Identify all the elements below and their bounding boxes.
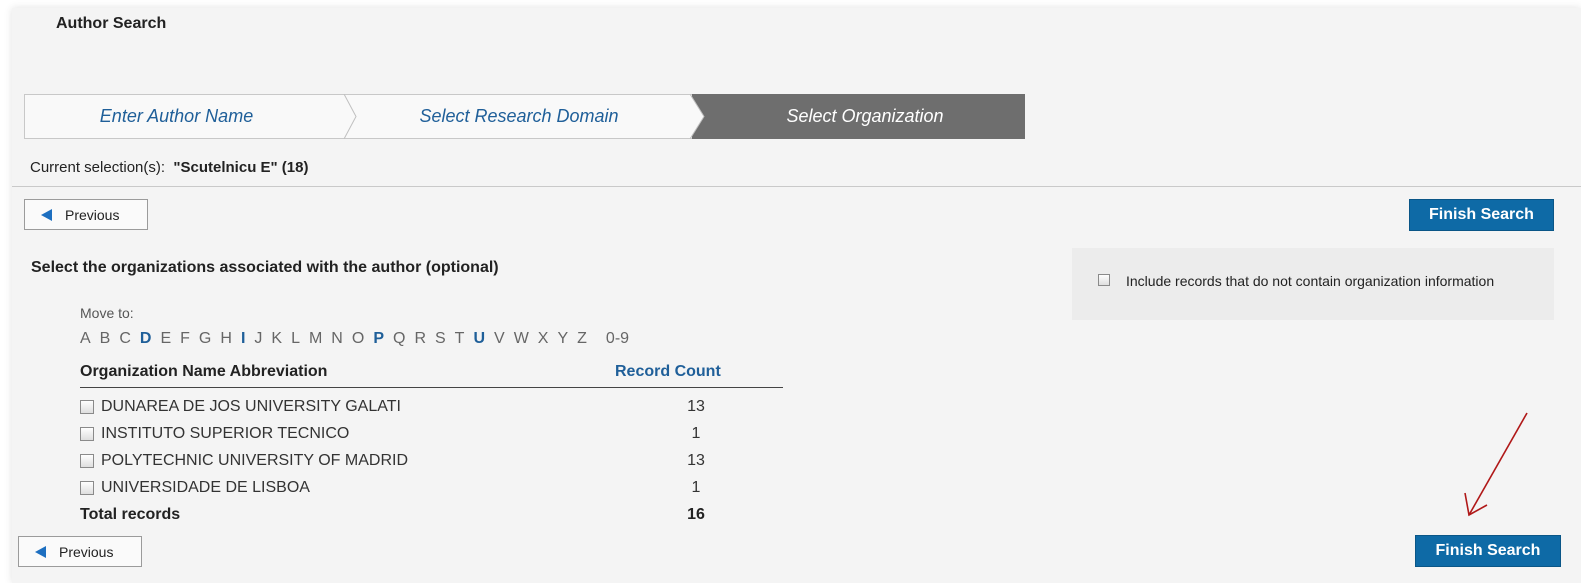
alphabet-letter: F [180,330,190,347]
table-row: POLYTECHNIC UNIVERSITY OF MADRID 13 [80,452,783,476]
include-no-org-label[interactable]: Include records that do not contain orga… [1126,273,1494,289]
alphabet-letter[interactable]: P [373,330,384,348]
organization-name: UNIVERSIDADE DE LISBOA [101,479,310,496]
table-row: DUNAREA DE JOS UNIVERSITY GALATI 13 [80,398,783,422]
alphabet-letter: E [160,330,172,347]
alphabet-letter: C [119,330,131,347]
organization-heading: Select the organizations associated with… [31,259,499,276]
alphabet-letter: W [513,330,529,347]
alphabet-letter: Y [557,330,569,347]
include-no-org-option: Include records that do not contain orga… [1072,248,1554,320]
record-count: 1 [691,479,701,496]
total-records-value: 16 [687,506,705,523]
current-selection-value: "Scutelnicu E" (18) [173,159,309,176]
alphabet-letter: T [454,330,465,347]
alphabet-index: A B C D E F G H I J K L M N O P Q R S T U V W X Y Z 0-9 [80,330,638,348]
table-row: UNIVERSIDADE DE LISBOA 1 [80,479,783,503]
finish-search-button-top[interactable]: Finish Search [1409,199,1554,231]
organization-name: POLYTECHNIC UNIVERSITY OF MADRID [101,452,408,469]
alphabet-letter: O [351,330,365,347]
row-checkbox[interactable] [80,400,94,414]
step-select-organization: Select Organization [786,106,944,126]
move-to-label: Move to: [80,305,134,321]
alphabet-letter[interactable]: D [140,330,152,348]
row-checkbox[interactable] [80,454,94,468]
alphabet-letter: M [308,330,323,347]
triangle-left-icon [35,545,46,558]
alphabet-letter: 0-9 [605,330,630,347]
organization-name: DUNAREA DE JOS UNIVERSITY GALATI [101,398,401,415]
record-count: 13 [687,452,705,469]
current-selection-label: Current selection(s): [30,159,166,176]
divider [12,186,1581,187]
total-records-label: Total records [80,506,181,523]
alphabet-letter: Q [392,330,406,347]
alphabet-letter: S [435,330,446,347]
table-header-rule [80,387,783,388]
alphabet-letter: X [537,330,549,347]
previous-button-top[interactable]: Previous [24,199,148,230]
row-checkbox[interactable] [80,481,94,495]
include-no-org-checkbox[interactable] [1098,274,1110,286]
alphabet-letter: K [271,330,283,347]
step-enter-author-name[interactable]: Enter Author Name [24,94,329,139]
alphabet-letter: R [414,330,426,347]
alphabet-letter: A [80,330,91,347]
alphabet-letter: B [99,330,111,347]
alphabet-letter: V [494,330,505,347]
finish-search-label: Finish Search [1429,206,1534,223]
alphabet-letter: J [254,330,263,347]
alphabet-letter: H [220,330,232,347]
current-selection: Current selection(s): "Scutelnicu E" (18… [30,159,308,176]
record-count: 1 [691,425,701,442]
previous-button-label: Previous [59,543,114,560]
page-title: Author Search [56,15,167,32]
alphabet-letter[interactable]: U [473,330,485,348]
alphabet-letter: L [291,330,300,347]
step-select-research-domain[interactable]: Select Research Domain [354,94,684,139]
finish-search-label: Finish Search [1435,542,1541,559]
step-navigation: Enter Author Name Select Research Domain… [24,94,1025,139]
alphabet-letter: G [198,330,212,347]
organization-name: INSTITUTO SUPERIOR TECNICO [101,425,350,442]
triangle-left-icon [41,208,52,221]
previous-button-label: Previous [65,206,120,223]
column-header-record-count[interactable]: Record Count [615,363,721,381]
record-count: 13 [687,398,705,415]
alphabet-letter[interactable]: I [241,330,245,348]
table-row: INSTITUTO SUPERIOR TECNICO 1 [80,425,783,449]
finish-search-button-bottom[interactable]: Finish Search [1415,535,1561,567]
alphabet-letter: N [331,330,343,347]
alphabet-letter: Z [577,330,587,347]
column-header-organization: Organization Name Abbreviation [80,363,328,380]
row-checkbox[interactable] [80,427,94,441]
annotation-arrow-icon [1464,412,1528,517]
previous-button-bottom[interactable]: Previous [18,536,142,567]
